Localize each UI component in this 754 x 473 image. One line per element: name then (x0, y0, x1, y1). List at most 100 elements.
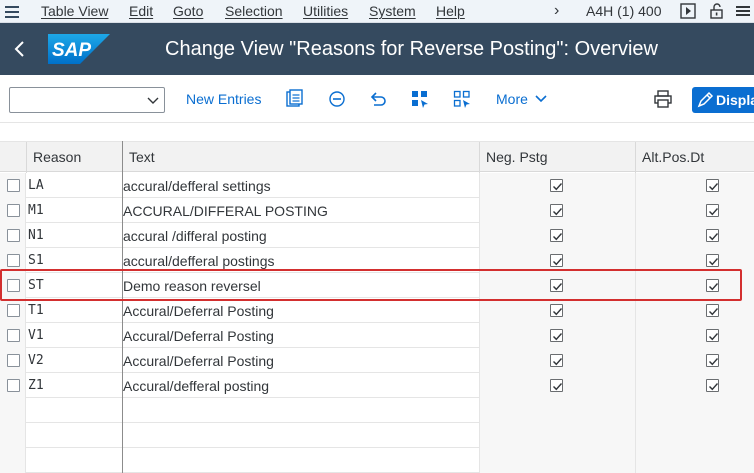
select-all-icon[interactable] (410, 89, 430, 109)
alt-pos-dt-checkbox[interactable] (706, 229, 719, 242)
data-table: Reason Text Neg. Pstg Alt.Pos.Dt LA accur… (0, 123, 754, 473)
neg-pstg-cell (479, 273, 635, 298)
alt-pos-dt-cell (635, 173, 754, 198)
display-button[interactable]: Display (692, 87, 754, 113)
row-select-checkbox[interactable] (7, 329, 20, 342)
more-label: More (496, 91, 528, 107)
reason-cell[interactable]: Z1 (28, 378, 44, 393)
table-row[interactable]: V2 Accural/Deferral Posting (0, 348, 754, 373)
table-row[interactable]: S1 accural/defferal postings (0, 248, 754, 273)
table-row[interactable]: V1 Accural/Deferral Posting (0, 323, 754, 348)
alt-pos-dt-checkbox[interactable] (706, 304, 719, 317)
table-row[interactable]: LA accural/defferal settings (0, 173, 754, 198)
empty-row (0, 448, 754, 473)
back-arrow-icon[interactable] (8, 36, 32, 62)
menu-edit[interactable]: Edit (129, 3, 153, 19)
table-row[interactable]: M1 ACCURAL/DIFFERAL POSTING (0, 198, 754, 223)
row-select-checkbox[interactable] (7, 204, 20, 217)
display-label: Display (716, 92, 754, 108)
reason-cell[interactable]: S1 (28, 253, 44, 268)
text-cell[interactable]: accural /differal posting (123, 228, 267, 244)
neg-pstg-checkbox[interactable] (550, 354, 563, 367)
neg-pstg-cell (479, 223, 635, 248)
menu-selection[interactable]: Selection (225, 3, 283, 19)
column-header-reason[interactable]: Reason (33, 149, 81, 165)
reason-cell[interactable]: M1 (28, 203, 44, 218)
menu-bar: Table View Edit Goto Selection Utilities… (0, 0, 754, 23)
row-selector-cell (0, 273, 26, 298)
deselect-all-icon[interactable] (452, 89, 472, 109)
column-header-text[interactable]: Text (129, 149, 155, 165)
neg-pstg-cell (479, 173, 635, 198)
row-select-checkbox[interactable] (7, 354, 20, 367)
row-selector-cell (0, 248, 26, 273)
row-select-checkbox[interactable] (7, 379, 20, 392)
text-cell[interactable]: Accural/Deferral Posting (123, 303, 274, 319)
neg-pstg-checkbox[interactable] (550, 279, 563, 292)
alt-pos-dt-checkbox[interactable] (706, 179, 719, 192)
text-cell[interactable]: accural/defferal postings (123, 253, 275, 269)
text-cell[interactable]: Accural/Deferral Posting (123, 353, 274, 369)
alt-pos-dt-cell (635, 298, 754, 323)
menu-utilities[interactable]: Utilities (303, 3, 348, 19)
text-cell[interactable]: Demo reason reversel (123, 278, 261, 294)
table-row[interactable]: ST Demo reason reversel (0, 273, 754, 298)
menu-goto[interactable]: Goto (173, 3, 203, 19)
table-row[interactable]: T1 Accural/Deferral Posting (0, 298, 754, 323)
sap-logo: SAP (48, 34, 110, 64)
neg-pstg-checkbox[interactable] (550, 179, 563, 192)
row-select-checkbox[interactable] (7, 229, 20, 242)
chevron-down-icon[interactable] (146, 93, 160, 107)
menu-table-view[interactable]: Table View (41, 3, 108, 19)
neg-pstg-checkbox[interactable] (550, 229, 563, 242)
details-icon[interactable] (284, 89, 304, 109)
row-select-checkbox[interactable] (7, 279, 20, 292)
neg-pstg-checkbox[interactable] (550, 204, 563, 217)
text-cell[interactable]: ACCURAL/DIFFERAL POSTING (123, 203, 328, 219)
alt-pos-dt-checkbox[interactable] (706, 204, 719, 217)
reason-cell[interactable]: V2 (28, 353, 44, 368)
new-entries-button[interactable]: New Entries (186, 91, 261, 107)
neg-pstg-checkbox[interactable] (550, 329, 563, 342)
row-select-checkbox[interactable] (7, 254, 20, 267)
text-cell[interactable]: Accural/Deferral Posting (123, 328, 274, 344)
row-select-checkbox[interactable] (7, 179, 20, 192)
text-cell[interactable]: Accural/defferal posting (123, 378, 269, 394)
table-row[interactable]: Z1 Accural/defferal posting (0, 373, 754, 398)
more-button[interactable]: More (496, 91, 547, 107)
page-title: Change View "Reasons for Reverse Posting… (165, 38, 658, 60)
empty-row (0, 423, 754, 448)
print-icon[interactable] (653, 89, 673, 109)
view-combo[interactable] (9, 87, 165, 113)
neg-pstg-cell (479, 373, 635, 398)
chevron-right-icon[interactable]: › (554, 2, 559, 20)
reason-cell[interactable]: LA (28, 178, 44, 193)
menu-help[interactable]: Help (436, 3, 465, 19)
overflow-icon[interactable] (735, 3, 751, 19)
reason-cell[interactable]: ST (28, 278, 44, 293)
menu-system[interactable]: System (369, 3, 416, 19)
reason-cell[interactable]: T1 (28, 303, 44, 318)
alt-pos-dt-checkbox[interactable] (706, 354, 719, 367)
hamburger-icon[interactable] (5, 3, 21, 19)
alt-pos-dt-checkbox[interactable] (706, 279, 719, 292)
remove-circle-icon[interactable] (327, 89, 347, 109)
execute-icon[interactable] (680, 3, 696, 19)
neg-pstg-checkbox[interactable] (550, 254, 563, 267)
reason-cell[interactable]: V1 (28, 328, 44, 343)
neg-pstg-checkbox[interactable] (550, 304, 563, 317)
text-cell[interactable]: accural/defferal settings (123, 178, 271, 194)
column-header-alt-pos-dt[interactable]: Alt.Pos.Dt (642, 149, 704, 165)
reason-cell[interactable]: N1 (28, 228, 44, 243)
neg-pstg-cell (479, 348, 635, 373)
undo-icon[interactable] (368, 89, 388, 109)
table-row[interactable]: N1 accural /differal posting (0, 223, 754, 248)
alt-pos-dt-checkbox[interactable] (706, 254, 719, 267)
alt-pos-dt-checkbox[interactable] (706, 379, 719, 392)
alt-pos-dt-checkbox[interactable] (706, 329, 719, 342)
row-selector-cell (0, 323, 26, 348)
unlock-icon[interactable] (709, 3, 725, 19)
row-select-checkbox[interactable] (7, 304, 20, 317)
neg-pstg-checkbox[interactable] (550, 379, 563, 392)
column-header-neg-pstg[interactable]: Neg. Pstg (486, 149, 547, 165)
